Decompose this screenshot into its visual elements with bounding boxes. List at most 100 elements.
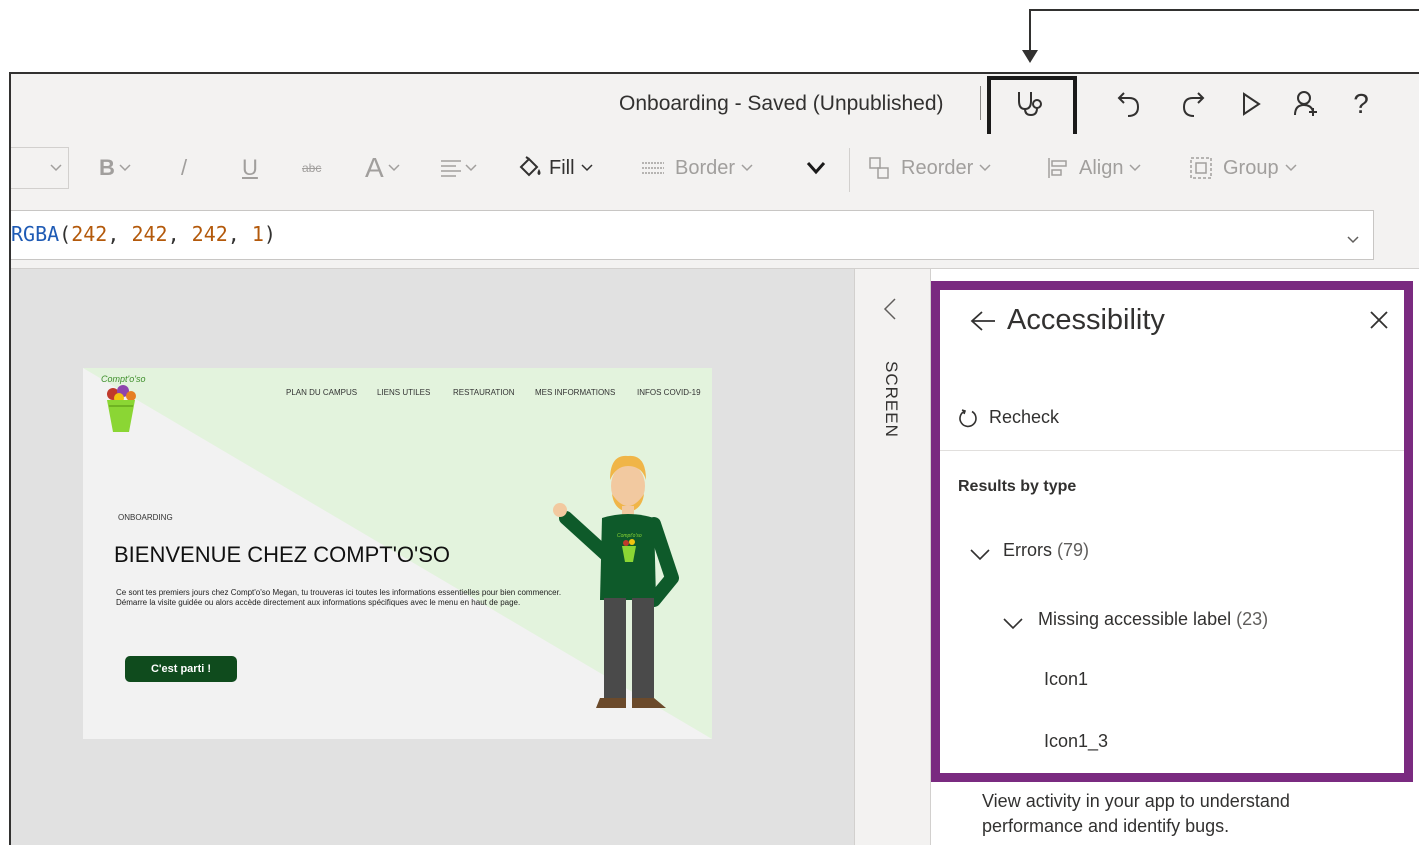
reorder-label: Reorder — [901, 156, 974, 179]
cta-button[interactable]: C'est parti ! — [125, 656, 237, 682]
errors-label: Errors — [1003, 540, 1052, 560]
preview-eyebrow: ONBOARDING — [118, 513, 173, 522]
preview-headline: BIENVENUE CHEZ COMPT'O'SO — [114, 542, 450, 567]
group-button[interactable]: Group — [1189, 154, 1297, 182]
fill-button[interactable]: Fill — [517, 154, 593, 182]
accessibility-title: Accessibility — [1007, 304, 1165, 336]
chevron-down-icon — [741, 164, 753, 172]
help-button[interactable]: ? — [1341, 84, 1381, 124]
font-color-label: A — [365, 152, 384, 183]
undo-button[interactable] — [1109, 84, 1149, 124]
expand-screen-button[interactable] — [883, 297, 897, 326]
errors-toggle[interactable] — [970, 548, 990, 566]
activity-description: View activity in your app to understand … — [982, 791, 1290, 836]
chevron-down-icon — [1285, 164, 1297, 172]
title-bar: Onboarding - Saved (Unpublished) ? — [11, 74, 1419, 140]
screen-tab[interactable]: SCREEN — [854, 269, 931, 845]
app-title: Onboarding - Saved (Unpublished) — [619, 92, 944, 115]
formula-green: 242 — [131, 222, 168, 246]
undo-icon — [1117, 92, 1140, 117]
text-align-button[interactable] — [440, 154, 477, 182]
reorder-button[interactable]: Reorder — [869, 154, 991, 182]
strikethrough-button[interactable]: abc — [302, 154, 321, 182]
formatting-ribbon: B / U abc A Fill Border Reorder Align Gr… — [11, 134, 1419, 206]
chevron-down-icon — [806, 162, 826, 175]
formula-comma: , — [167, 222, 192, 246]
border-label: Border — [675, 156, 736, 179]
chevron-down-icon — [50, 164, 62, 172]
nav-liens-utiles[interactable]: LIENS UTILES — [377, 388, 430, 397]
close-button[interactable] — [1369, 310, 1389, 335]
results-by-type-heading: Results by type — [958, 478, 1077, 495]
group-label: Group — [1223, 156, 1279, 179]
formula-alpha: 1 — [251, 222, 264, 246]
chevron-down-icon — [1347, 236, 1359, 244]
border-lines-icon — [642, 162, 664, 174]
missing-label-text: Missing accessible label — [1038, 609, 1232, 629]
recheck-button[interactable] — [958, 408, 978, 433]
chevron-left-icon — [883, 298, 896, 320]
fill-label: Fill — [549, 156, 575, 179]
result-item-icon1[interactable]: Icon1 — [1044, 669, 1088, 690]
app-checker-highlight — [987, 76, 1077, 140]
font-size-dropdown[interactable] — [11, 147, 69, 189]
formula-bar[interactable]: RGBA(242, 242, 242, 1) — [11, 210, 1374, 260]
bold-label: B — [99, 155, 115, 180]
formula-function: RGBA — [11, 222, 60, 246]
character-illustration — [553, 455, 679, 708]
align-button[interactable]: Align — [1047, 154, 1142, 182]
chevron-down-icon — [465, 164, 477, 172]
chevron-down-icon — [119, 164, 131, 172]
play-icon — [1243, 92, 1261, 116]
preview-logo-text: Compt'o'so — [101, 374, 146, 384]
italic-button[interactable]: / — [181, 154, 187, 182]
close-icon — [1370, 311, 1388, 329]
canvas-area: Compt'o'so PLAN DU CAMPUS LIENS UTILES R… — [11, 269, 854, 845]
panel-divider — [940, 450, 1404, 451]
annotation-arrow-stem — [1029, 9, 1031, 52]
align-lines-icon — [441, 160, 461, 177]
shirt-logo-text: Compt'o'so — [617, 533, 642, 539]
arrow-left-icon — [970, 311, 995, 331]
bold-button[interactable]: B — [99, 154, 131, 182]
font-color-button[interactable]: A — [365, 152, 400, 183]
border-button[interactable]: Border — [641, 154, 753, 182]
share-button[interactable] — [1287, 84, 1327, 124]
nav-infos-covid[interactable]: INFOS COVID-19 — [637, 388, 701, 397]
nav-mes-informations[interactable]: MES INFORMATIONS — [535, 388, 615, 397]
recheck-label[interactable]: Recheck — [989, 407, 1059, 428]
title-separator — [980, 86, 981, 120]
redo-button[interactable] — [1173, 84, 1213, 124]
missing-label-count: (23) — [1236, 609, 1269, 629]
redo-icon — [1182, 92, 1205, 117]
nav-plan-du-campus[interactable]: PLAN DU CAMPUS — [286, 388, 357, 397]
chevron-down-icon — [581, 164, 593, 172]
screen-preview[interactable]: Compt'o'so PLAN DU CAMPUS LIENS UTILES R… — [83, 368, 712, 739]
formula-comma: , — [107, 222, 132, 246]
accessibility-panel: Accessibility Recheck Results by type Er… — [931, 281, 1413, 782]
errors-group[interactable]: Errors (79) — [1003, 540, 1089, 561]
result-item-icon1-3[interactable]: Icon1_3 — [1044, 731, 1108, 752]
missing-label-group[interactable]: Missing accessible label (23) — [1038, 609, 1268, 630]
more-options-button[interactable] — [806, 154, 826, 182]
underline-button[interactable]: U — [242, 154, 258, 182]
formula-red: 242 — [71, 222, 108, 246]
formula-expand-button[interactable] — [1347, 231, 1359, 249]
formula-blue: 242 — [191, 222, 228, 246]
ribbon-separator — [849, 148, 850, 192]
back-button[interactable] — [970, 310, 996, 337]
refresh-icon — [959, 409, 977, 428]
preview-play-button[interactable] — [1231, 84, 1271, 124]
nav-restauration[interactable]: RESTAURATION — [453, 388, 514, 397]
errors-count: (79) — [1057, 540, 1090, 560]
formula-text: RGBA(242, 242, 242, 1) — [11, 222, 276, 246]
screen-tab-label: SCREEN — [882, 361, 901, 438]
formula-paren-open: ( — [59, 222, 72, 246]
chevron-down-icon — [970, 549, 990, 561]
align-label: Align — [1079, 156, 1124, 179]
chevron-down-icon — [388, 164, 400, 172]
add-user-icon — [1294, 91, 1317, 116]
chevron-down-icon — [1129, 164, 1142, 172]
missing-label-toggle[interactable] — [1003, 617, 1023, 635]
formula-paren-close: ) — [263, 222, 276, 246]
